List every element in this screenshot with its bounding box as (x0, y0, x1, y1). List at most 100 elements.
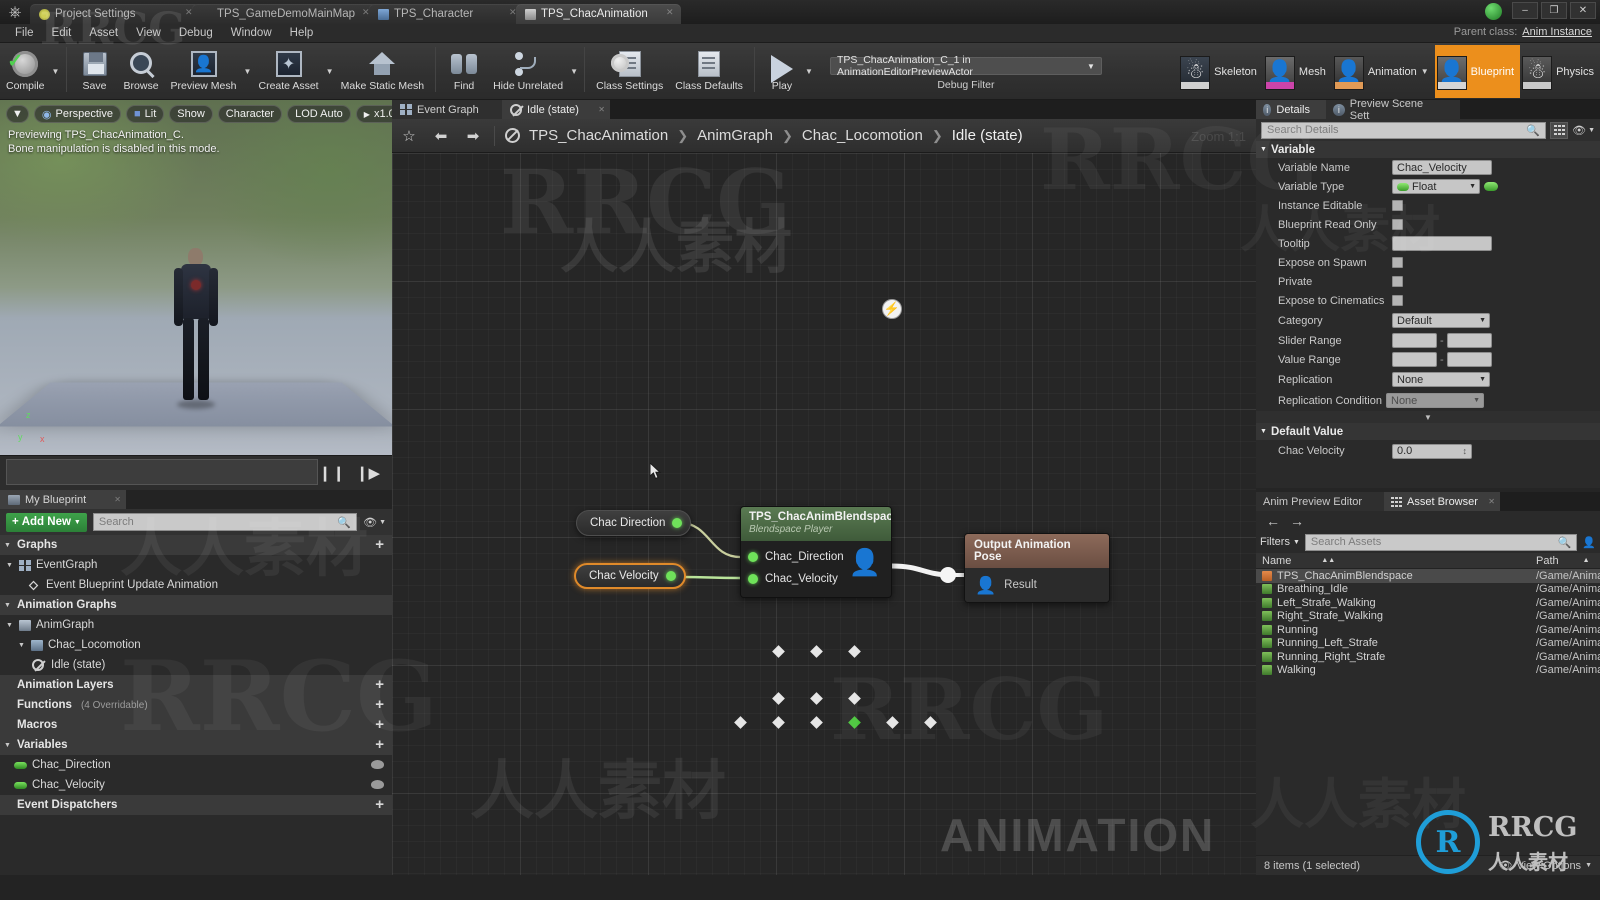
make-static-mesh-button[interactable]: Make Static Mesh (335, 45, 430, 98)
tree-section-macros[interactable]: Macros + (0, 715, 392, 735)
tree-section-functions[interactable]: Functions (4 Overridable) + (0, 695, 392, 715)
node-blendspace-player[interactable]: TPS_ChacAnimBlendspace Blendspace Player… (740, 506, 892, 598)
expose-to-cinematics-checkbox[interactable] (1392, 295, 1403, 306)
details-search-input[interactable]: Search Details 🔍 (1261, 121, 1547, 139)
output-pin[interactable] (665, 571, 676, 581)
close-icon[interactable]: ✕ (114, 495, 121, 504)
compile-button[interactable]: ✓ Compile (0, 45, 51, 98)
close-icon[interactable]: ✕ (666, 8, 675, 17)
create-asset-button[interactable]: ✦ Create Asset (252, 45, 324, 98)
column-header-name[interactable]: Name ▲▲ (1256, 555, 1536, 567)
tab-details[interactable]: i Details (1256, 100, 1326, 119)
details-collapse-handle[interactable]: ▼ (1256, 411, 1600, 423)
expose-on-spawn-checkbox[interactable] (1392, 257, 1403, 268)
viewport-lod-button[interactable]: LOD Auto (287, 105, 351, 123)
window-tab-gamedemomainmap[interactable]: TPS_GameDemoMainMap ✕ (192, 4, 377, 24)
replication-select[interactable]: None ▼ (1392, 372, 1490, 387)
viewport-character-button[interactable]: Character (217, 105, 283, 123)
asset-row[interactable]: TPS_ChacAnimBlendspace /Game/Animation/A… (1256, 569, 1600, 583)
chac-velocity-default-input[interactable]: 0.0 ↕ (1392, 443, 1472, 459)
back-arrow-icon[interactable]: ⬅ (430, 127, 452, 145)
viewport-playrate-button[interactable]: ▶ x1.0 (355, 105, 392, 123)
mode-skeleton[interactable]: ☃ Skeleton (1178, 45, 1263, 98)
column-header-path[interactable]: Path ▲ (1536, 555, 1600, 567)
tab-idle-state[interactable]: Idle (state) ✕ (502, 100, 610, 119)
browse-button[interactable]: Browse (118, 45, 165, 98)
category-select[interactable]: Default ▼ (1392, 313, 1490, 328)
preview-mesh-dropdown-arrow[interactable]: ▼ (242, 45, 252, 98)
parent-class-value[interactable]: Anim Instance (1522, 26, 1592, 38)
window-tab-tps-character[interactable]: TPS_Character ✕ (369, 4, 524, 24)
class-defaults-button[interactable]: Class Defaults (669, 45, 749, 98)
expand-arrow-icon[interactable]: ▼ (18, 642, 26, 649)
asset-row[interactable]: Breathing_Idle /Game/Animation/Cha (1256, 583, 1600, 597)
viewport-options-button[interactable]: ▼ (6, 105, 29, 123)
expand-arrow-icon[interactable]: ▼ (1260, 146, 1267, 153)
play-button[interactable]: Play (760, 45, 804, 98)
preview-viewport[interactable]: ▼ ◉ Perspective ■ Lit Show Character LOD… (0, 100, 392, 490)
my-blueprint-view-options-button[interactable]: 👁 ▼ (363, 516, 386, 529)
tab-event-graph[interactable]: Event Graph (392, 100, 502, 119)
expand-arrow-icon[interactable]: ▼ (4, 742, 12, 749)
slider-range-max-input[interactable] (1446, 333, 1492, 348)
tree-item-event-blueprint-update-animation[interactable]: Event Blueprint Update Animation (0, 575, 392, 595)
variable-type-select[interactable]: Float ▼ (1392, 179, 1480, 194)
tree-item-variable-chac-direction[interactable]: Chac_Direction (0, 755, 392, 775)
variable-container-type-icon[interactable] (1484, 182, 1498, 191)
slider-range-min-input[interactable] (1392, 333, 1437, 348)
asset-row[interactable]: Running /Game/Animation/Cha (1256, 623, 1600, 637)
tab-anim-preview-editor[interactable]: Anim Preview Editor (1256, 492, 1384, 511)
preview-mesh-button[interactable]: 👤 Preview Mesh (165, 45, 243, 98)
step-forward-icon[interactable]: ❙▶ (356, 464, 380, 482)
details-section-default-value[interactable]: ▼ Default Value (1256, 423, 1600, 440)
asset-row[interactable]: Walking /Game/Animation/Cha (1256, 664, 1600, 678)
menu-item-asset[interactable]: Asset (80, 26, 127, 40)
menu-item-window[interactable]: Window (222, 26, 281, 40)
input-pin[interactable] (748, 574, 758, 584)
create-asset-dropdown-arrow[interactable]: ▼ (325, 45, 335, 98)
menu-item-help[interactable]: Help (281, 26, 323, 40)
value-range-min-input[interactable] (1392, 352, 1437, 367)
animation-mode-dropdown-arrow[interactable]: ▼ (1421, 67, 1429, 76)
tree-item-idle-state[interactable]: Idle (state) (0, 655, 392, 675)
close-icon[interactable]: ✕ (598, 105, 605, 114)
close-icon[interactable]: ✕ (1488, 497, 1495, 506)
tree-item-animgraph[interactable]: ▼ AnimGraph (0, 615, 392, 635)
asset-row[interactable]: Left_Strafe_Walking /Game/Animation/Cha (1256, 596, 1600, 610)
visibility-eye-icon[interactable] (371, 760, 384, 769)
tab-preview-scene-settings[interactable]: i Preview Scene Sett (1326, 98, 1460, 122)
window-tab-tps-chacanimation[interactable]: TPS_ChacAnimation ✕ (516, 4, 681, 24)
menu-item-debug[interactable]: Debug (170, 26, 222, 40)
filters-button[interactable]: Filters ▼ (1260, 536, 1300, 548)
asset-row[interactable]: Running_Right_Strafe /Game/Animation/Cha (1256, 650, 1600, 664)
debug-filter-select[interactable]: TPS_ChacAnimation_C_1 in AnimationEditor… (829, 54, 1102, 78)
input-pin[interactable] (748, 552, 758, 562)
menu-item-view[interactable]: View (127, 26, 170, 40)
visibility-eye-icon[interactable] (371, 780, 384, 789)
find-button[interactable]: Find (441, 45, 487, 98)
viewport-show-button[interactable]: Show (169, 105, 213, 123)
output-pin[interactable] (672, 518, 683, 528)
tree-section-variables[interactable]: ▼ Variables + (0, 735, 392, 755)
hide-unrelated-button[interactable]: Hide Unrelated (487, 45, 569, 98)
variable-name-input[interactable]: Chac_Velocity (1392, 160, 1492, 175)
tab-asset-browser[interactable]: Asset Browser ✕ (1384, 492, 1500, 511)
add-new-button[interactable]: + Add New ▼ (6, 512, 87, 532)
tree-item-eventgraph[interactable]: ▼ EventGraph (0, 555, 392, 575)
expand-arrow-icon[interactable]: ▼ (4, 602, 12, 609)
forward-arrow-icon[interactable]: ➡ (462, 127, 484, 145)
breadcrumb-item-idle-state[interactable]: Idle (state) (952, 127, 1023, 144)
private-checkbox[interactable] (1392, 276, 1403, 287)
details-section-variable[interactable]: ▼ Variable (1256, 141, 1600, 158)
asset-row[interactable]: Right_Strafe_Walking /Game/Animation/Cha (1256, 610, 1600, 624)
forward-arrow-icon[interactable]: → (1290, 513, 1304, 529)
close-button[interactable]: ✕ (1570, 2, 1596, 19)
instance-editable-checkbox[interactable] (1392, 200, 1403, 211)
node-get-chac-direction[interactable]: Chac Direction (576, 510, 692, 536)
node-output-animation-pose[interactable]: Output Animation Pose 👤 Result (964, 533, 1110, 603)
live-coding-status-icon[interactable] (1485, 3, 1502, 20)
tooltip-input[interactable] (1392, 236, 1492, 251)
tree-section-animation-graphs[interactable]: ▼ Animation Graphs (0, 595, 392, 615)
expand-arrow-icon[interactable]: ▼ (6, 562, 14, 569)
mode-blueprint[interactable]: 👤 Blueprint (1434, 45, 1521, 98)
